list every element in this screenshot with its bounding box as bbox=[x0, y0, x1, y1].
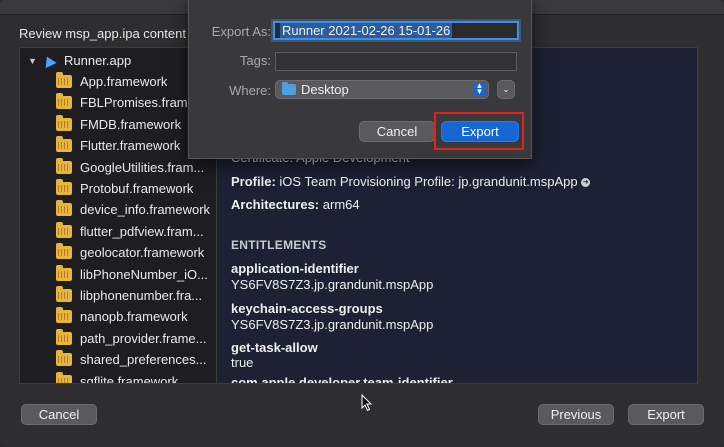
outline-item[interactable]: sqflite.framework bbox=[20, 371, 216, 384]
outline-item[interactable]: geolocator.framework bbox=[20, 242, 216, 263]
review-content-label: Review msp_app.ipa content bbox=[19, 26, 186, 41]
framework-folder-icon bbox=[56, 200, 72, 217]
folder-icon bbox=[282, 82, 296, 95]
outline-item-label: GoogleUtilities.fram... bbox=[80, 159, 205, 175]
popup-stepper-icon: ▲ ▼ bbox=[473, 82, 486, 96]
entitlement-key: keychain-access-groups bbox=[231, 301, 383, 316]
framework-folder-icon bbox=[56, 243, 72, 260]
outline-item[interactable]: flutter_pdfview.fram... bbox=[20, 221, 216, 242]
framework-folder-icon bbox=[56, 307, 72, 324]
outline-item[interactable]: path_provider.frame... bbox=[20, 328, 216, 349]
framework-folder-icon bbox=[56, 136, 72, 153]
framework-folder-icon bbox=[56, 179, 72, 195]
where-value: Desktop bbox=[301, 82, 349, 97]
framework-folder-icon bbox=[56, 350, 72, 367]
sheet-cancel-button[interactable]: Cancel bbox=[359, 121, 435, 142]
export-as-field[interactable]: Runner 2021-02-26 15-01-26 bbox=[273, 21, 519, 40]
framework-folder-icon bbox=[56, 328, 72, 345]
framework-folder-icon bbox=[56, 371, 72, 383]
framework-folder-icon bbox=[56, 264, 72, 281]
where-popup[interactable]: Desktop ▲ ▼ bbox=[275, 80, 489, 99]
chevron-down-icon: ⌄ bbox=[502, 84, 510, 94]
framework-folder-icon bbox=[56, 286, 72, 302]
architectures-line: Architectures: arm64 bbox=[231, 197, 360, 212]
outline-item-label: FMDB.framework bbox=[80, 116, 182, 132]
outline-item-label: libphonenumber.fra... bbox=[80, 288, 203, 303]
outline-item[interactable]: FBLPromises.framew bbox=[20, 92, 216, 113]
outline-item-label: Flutter.framework bbox=[80, 138, 181, 154]
profile-value: iOS Team Provisioning Profile: jp.grandu… bbox=[279, 174, 578, 189]
framework-folder-icon bbox=[56, 72, 72, 88]
outline-item-label: App.framework bbox=[80, 74, 168, 89]
annotation-highlight-box bbox=[434, 112, 524, 150]
entitlements-header: ENTITLEMENTS bbox=[231, 238, 327, 252]
outline-item[interactable]: Protobuf.framework bbox=[20, 178, 216, 199]
cancel-button[interactable]: Cancel bbox=[21, 404, 97, 425]
distribution-window: Review msp_app.ipa content ▼ Runner.app … bbox=[0, 0, 724, 447]
framework-folder-icon bbox=[56, 157, 72, 174]
framework-folder-icon bbox=[56, 114, 72, 131]
where-label: Where: bbox=[229, 83, 271, 98]
export-button[interactable]: Export bbox=[628, 404, 704, 425]
tags-label: Tags: bbox=[239, 53, 271, 68]
outline-item-label: nanopb.framework bbox=[80, 309, 188, 325]
tags-field[interactable] bbox=[275, 52, 517, 71]
outline-item[interactable]: FMDB.framework bbox=[20, 114, 216, 135]
previous-button[interactable]: Previous bbox=[538, 404, 614, 425]
outline-item[interactable]: libPhoneNumber_iO... bbox=[20, 264, 216, 285]
outline-root-label: Runner.app bbox=[64, 53, 132, 68]
outline-item-label: path_provider.frame... bbox=[80, 330, 207, 346]
disclosure-triangle-icon[interactable]: ▼ bbox=[28, 56, 42, 66]
outline-item-label: Protobuf.framework bbox=[80, 181, 194, 196]
outline-item[interactable]: libphonenumber.fra... bbox=[20, 285, 216, 306]
outline-item-label: shared_preferences... bbox=[80, 352, 207, 368]
reveal-arrow-icon[interactable]: ➜ bbox=[581, 178, 591, 188]
outline-item-label: geolocator.framework bbox=[80, 245, 205, 261]
outline-item[interactable]: GoogleUtilities.fram... bbox=[20, 157, 216, 178]
entitlement-value: YS6FV8S7Z3.jp.grandunit.mspApp bbox=[231, 317, 434, 332]
outline-item-label: libPhoneNumber_iO... bbox=[80, 266, 208, 282]
entitlement-key: application-identifier bbox=[231, 261, 359, 276]
export-as-label: Export As: bbox=[211, 24, 271, 39]
flutter-app-icon bbox=[42, 54, 56, 68]
framework-folder-icon bbox=[56, 221, 72, 238]
outline-item[interactable]: shared_preferences... bbox=[20, 349, 216, 370]
outline-item-label: sqflite.framework bbox=[80, 373, 179, 384]
outline-item-label: flutter_pdfview.fram... bbox=[80, 223, 204, 239]
outline-item[interactable]: nanopb.framework bbox=[20, 306, 216, 327]
entitlement-value: YS6FV8S7Z3.jp.grandunit.mspApp bbox=[231, 277, 434, 292]
architectures-value: arm64 bbox=[322, 197, 360, 212]
entitlement-key: get-task-allow bbox=[231, 340, 318, 355]
export-as-value: Runner 2021-02-26 15-01-26 bbox=[280, 23, 453, 38]
profile-line: Profile: iOS Team Provisioning Profile: … bbox=[231, 174, 591, 189]
outline-item[interactable]: App.framework bbox=[20, 71, 216, 92]
outline-item-label: device_info.framework bbox=[80, 202, 211, 218]
entitlement-value: true bbox=[231, 355, 254, 370]
expand-browser-button[interactable]: ⌄ bbox=[497, 80, 515, 99]
entitlement-key: com.apple.developer.team-identifier bbox=[231, 375, 453, 384]
outline-item[interactable]: device_info.framework bbox=[20, 199, 216, 220]
outline-root-row[interactable]: ▼ Runner.app bbox=[20, 50, 216, 71]
framework-folder-icon bbox=[56, 93, 72, 110]
outline-item[interactable]: Flutter.framework bbox=[20, 135, 216, 156]
outline-item-label: FBLPromises.framew bbox=[80, 95, 205, 111]
